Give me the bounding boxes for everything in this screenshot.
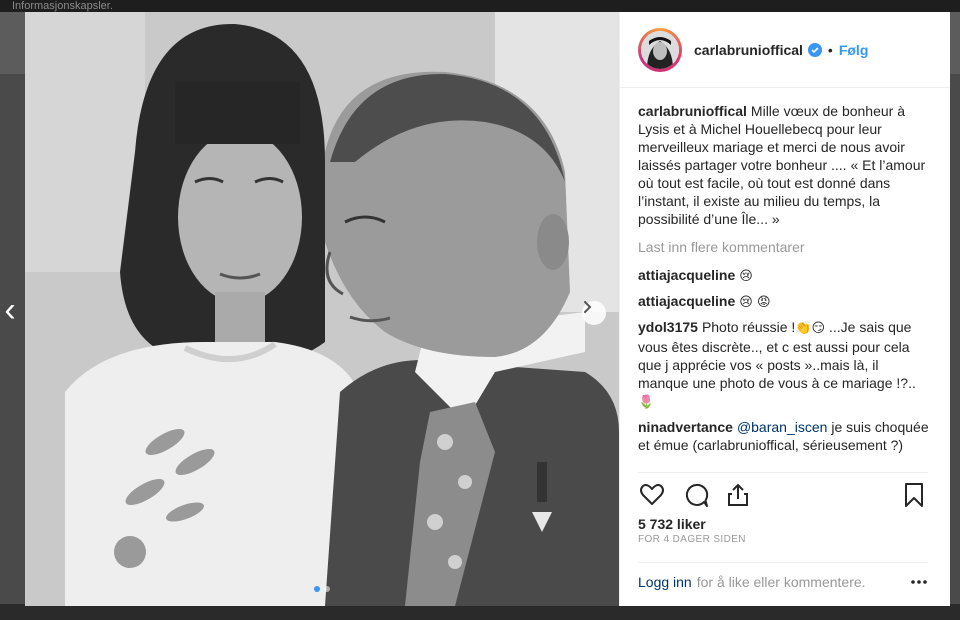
carousel-dot — [324, 586, 330, 592]
likes-count[interactable]: 5 732 liker — [638, 516, 706, 532]
post-photo — [25, 12, 619, 606]
background-footer — [0, 604, 960, 620]
share-icon[interactable] — [724, 481, 752, 509]
caption-username[interactable]: carlabrunioffical — [638, 103, 747, 119]
comment-username[interactable]: attiajacqueline — [638, 267, 735, 283]
post-sidebar: carlabrunioffical • Følg carlabrunioffic… — [619, 12, 950, 606]
header-username[interactable]: carlabrunioffical — [694, 42, 803, 58]
more-icon[interactable] — [910, 575, 928, 589]
next-photo-button[interactable] — [582, 301, 606, 325]
heart-icon[interactable] — [638, 481, 666, 509]
caption-text: Mille vœux de bonheur à Lysis et à Miche… — [638, 103, 926, 227]
post-modal: carlabrunioffical • Følg carlabrunioffic… — [25, 12, 950, 606]
avatar[interactable] — [638, 27, 682, 72]
comment-emoji: 😢 — [739, 269, 753, 284]
comment-item: attiajacqueline 😢 — [638, 266, 932, 286]
comment-emoji: 🌷 — [638, 395, 655, 410]
chevron-right-icon — [584, 301, 592, 313]
comments-list: carlabrunioffical Mille vœux de bonheur à… — [620, 88, 950, 458]
comment-username[interactable]: attiajacqueline — [638, 293, 735, 309]
photo-illustration — [25, 12, 619, 606]
chevron-left-icon[interactable]: ‹ — [0, 292, 20, 328]
verified-icon — [807, 42, 822, 57]
comment-text: Photo réussie ! — [701, 319, 796, 335]
carousel-dot — [314, 586, 320, 592]
avatar-portrait-icon — [641, 30, 679, 69]
header-separator: • — [827, 41, 833, 58]
load-more-comments-button[interactable]: Last inn flere kommentarer — [638, 238, 932, 256]
carousel-indicators — [314, 586, 330, 592]
comment-item: ninadvertance @baran_iscen je suis choqué… — [638, 418, 932, 454]
top-strip: Informasjonskapsler. — [0, 0, 960, 12]
login-link[interactable]: Logg inn — [638, 574, 692, 590]
post-caption: carlabrunioffical Mille vœux de bonheur à… — [638, 102, 932, 228]
bookmark-icon[interactable] — [900, 481, 928, 509]
comment-item: ydol3175 Photo réussie !👏😏 ...Je sais que… — [638, 318, 932, 412]
comment-icon[interactable] — [682, 481, 710, 509]
post-actions — [638, 472, 928, 517]
comment-mention[interactable]: @baran_iscen — [737, 419, 828, 435]
comment-username[interactable]: ydol3175 — [638, 319, 698, 335]
comment-item: attiajacqueline 😢 😡 — [638, 292, 932, 312]
comment-emoji: 😢 😡 — [739, 295, 771, 310]
follow-button[interactable]: Følg — [839, 42, 869, 58]
comment-emoji: 👏😏 — [795, 321, 826, 336]
comment-username[interactable]: ninadvertance — [638, 419, 733, 435]
avatar-image — [641, 30, 679, 69]
post-header: carlabrunioffical • Følg — [620, 12, 950, 88]
post-timestamp: FOR 4 DAGER SIDEN — [638, 534, 746, 545]
login-prompt: Logg inn for å like eller kommentere. — [638, 562, 928, 601]
login-prompt-text: for å like eller kommentere. — [696, 574, 866, 590]
